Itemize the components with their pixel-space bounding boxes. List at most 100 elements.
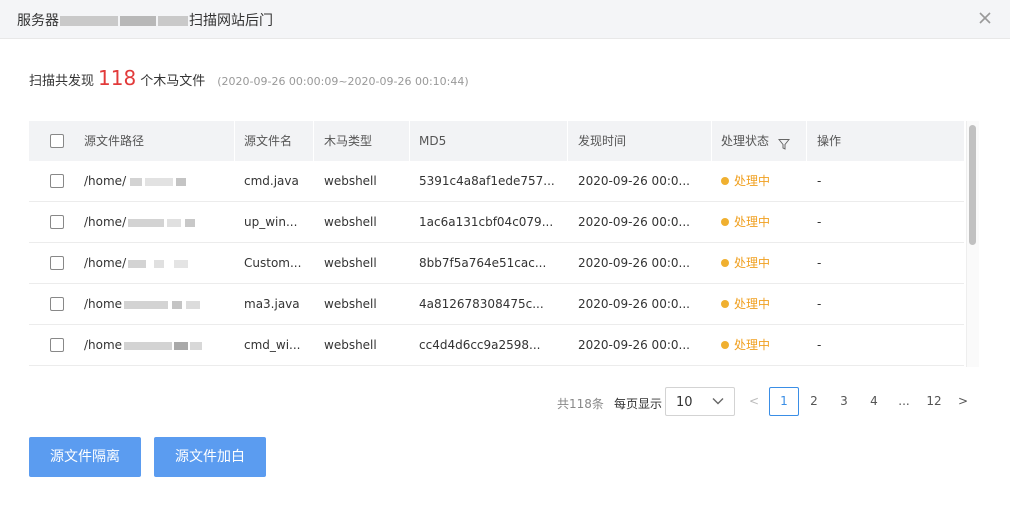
- cell-action: -: [817, 215, 822, 229]
- cell-filename: cmd.java: [244, 174, 299, 188]
- redacted-path: [124, 341, 173, 350]
- next-page-button[interactable]: >: [948, 387, 978, 416]
- status-text: 处理中: [734, 297, 771, 311]
- row-checkbox[interactable]: [50, 215, 64, 229]
- status-dot-icon: [721, 218, 729, 226]
- cell-path: /home: [84, 284, 201, 325]
- table-scrollbar-thumb[interactable]: [969, 125, 976, 245]
- cell-md5: 1ac6a131cbf04c079...: [419, 215, 554, 229]
- cell-found-time: 2020-09-26 00:0...: [578, 297, 690, 311]
- column-divider: [567, 121, 568, 161]
- trojan-file-table: 源文件路径 源文件名 木马类型 MD5 发现时间 处理状态 操作 /home/ …: [29, 121, 979, 367]
- row-checkbox[interactable]: [50, 338, 64, 352]
- cell-trojan-type: webshell: [324, 215, 377, 229]
- cell-filename: cmd_wi...: [244, 338, 301, 352]
- cell-trojan-type: webshell: [324, 174, 377, 188]
- cell-filename: up_win...: [244, 215, 298, 229]
- summary-label-before: 扫描共发现: [29, 74, 95, 89]
- trojan-count: 118: [98, 66, 137, 90]
- row-checkbox[interactable]: [50, 256, 64, 270]
- column-divider: [711, 121, 712, 161]
- redacted-path: [186, 300, 201, 309]
- whitelist-source-file-button[interactable]: 源文件加白: [154, 437, 266, 477]
- status-dot-icon: [721, 177, 729, 185]
- cell-status: 处理中: [721, 202, 770, 243]
- table-row: /home/ Custom... webshell 8bb7f5a764e51c…: [29, 243, 964, 284]
- redacted-path: [130, 177, 143, 186]
- dialog-title-prefix: 服务器: [17, 13, 59, 29]
- page-button-4[interactable]: 4: [859, 387, 889, 416]
- redacted-path: [174, 341, 189, 350]
- dialog-title: 服务器 扫描网站后门: [17, 10, 273, 30]
- page-button-12[interactable]: 12: [919, 387, 949, 416]
- column-header-name: 源文件名: [244, 134, 293, 148]
- table-row: /home/ up_win... webshell 1ac6a131cbf04c…: [29, 202, 964, 243]
- page-size-label: 每页显示: [614, 397, 663, 411]
- dialog-header: 服务器 扫描网站后门: [0, 0, 1010, 39]
- cell-action: -: [817, 256, 822, 270]
- cell-path: /home/: [84, 161, 187, 202]
- prev-page-button[interactable]: <: [739, 387, 769, 416]
- isolate-source-file-button[interactable]: 源文件隔离: [29, 437, 141, 477]
- summary-label-after: 个木马文件: [140, 74, 206, 89]
- cell-status: 处理中: [721, 284, 770, 325]
- redacted-path: [128, 259, 147, 268]
- cell-md5: cc4d4d6cc9a2598...: [419, 338, 541, 352]
- cell-found-time: 2020-09-26 00:0...: [578, 256, 690, 270]
- redacted-path: [174, 259, 189, 268]
- cell-trojan-type: webshell: [324, 338, 377, 352]
- status-text: 处理中: [734, 338, 771, 352]
- path-text: /home/: [84, 174, 127, 188]
- cell-action: -: [817, 174, 822, 188]
- status-text: 处理中: [734, 256, 771, 270]
- column-divider: [234, 121, 235, 161]
- select-all-checkbox[interactable]: [50, 134, 64, 148]
- page-button-2[interactable]: 2: [799, 387, 829, 416]
- cell-md5: 8bb7f5a764e51cac...: [419, 256, 547, 270]
- scan-summary: 扫描共发现 118 个木马文件 (2020-09-26 00:00:09~2020-0…: [29, 66, 469, 90]
- cell-status: 处理中: [721, 161, 770, 202]
- page-size-value: 10: [676, 395, 693, 410]
- row-checkbox[interactable]: [50, 297, 64, 311]
- column-header-status: 处理状态: [721, 134, 770, 148]
- table-row: /home/ cmd.java webshell 5391c4a8af1ede7…: [29, 161, 964, 202]
- table-header: 源文件路径 源文件名 木马类型 MD5 发现时间 处理状态 操作: [29, 121, 964, 161]
- cell-md5: 5391c4a8af1ede757...: [419, 174, 555, 188]
- pagination-total: 共118条: [557, 397, 604, 411]
- status-text: 处理中: [734, 215, 771, 229]
- dialog-title-suffix: 扫描网站后门: [189, 13, 273, 29]
- path-text: /home/: [84, 215, 127, 229]
- cell-path: /home/: [84, 243, 189, 284]
- scan-backdoor-dialog: 服务器 扫描网站后门 扫描共发现 118 个木马文件 (2020-09-26 00:00…: [0, 0, 1010, 507]
- redacted-server-name: [60, 16, 118, 26]
- path-text: /home: [84, 297, 123, 311]
- column-divider: [409, 121, 410, 161]
- column-header-path: 源文件路径: [84, 134, 145, 148]
- row-checkbox[interactable]: [50, 174, 64, 188]
- cell-action: -: [817, 338, 822, 352]
- redacted-path: [185, 218, 196, 227]
- redacted-path: [128, 218, 165, 227]
- redacted-server-name-2: [120, 16, 156, 26]
- page-size-select[interactable]: 10: [665, 387, 735, 416]
- page-button-3[interactable]: 3: [829, 387, 859, 416]
- chevron-down-icon: [712, 398, 724, 405]
- page-button-1[interactable]: 1: [769, 387, 799, 416]
- column-header-type: 木马类型: [324, 134, 373, 148]
- path-text: /home: [84, 338, 123, 352]
- filter-icon[interactable]: [777, 135, 791, 150]
- status-dot-icon: [721, 341, 729, 349]
- cell-path: /home: [84, 325, 203, 366]
- path-text: /home/: [84, 256, 127, 270]
- status-dot-icon: [721, 259, 729, 267]
- page-ellipsis[interactable]: ...: [889, 387, 919, 416]
- redacted-path: [176, 177, 187, 186]
- column-divider: [806, 121, 807, 161]
- cell-found-time: 2020-09-26 00:0...: [578, 174, 690, 188]
- close-icon[interactable]: [976, 9, 994, 27]
- table-row: /home cmd_wi... webshell cc4d4d6cc9a2598…: [29, 325, 964, 366]
- cell-md5: 4a812678308475c...: [419, 297, 544, 311]
- cell-found-time: 2020-09-26 00:0...: [578, 338, 690, 352]
- cell-status: 处理中: [721, 325, 770, 366]
- cell-trojan-type: webshell: [324, 256, 377, 270]
